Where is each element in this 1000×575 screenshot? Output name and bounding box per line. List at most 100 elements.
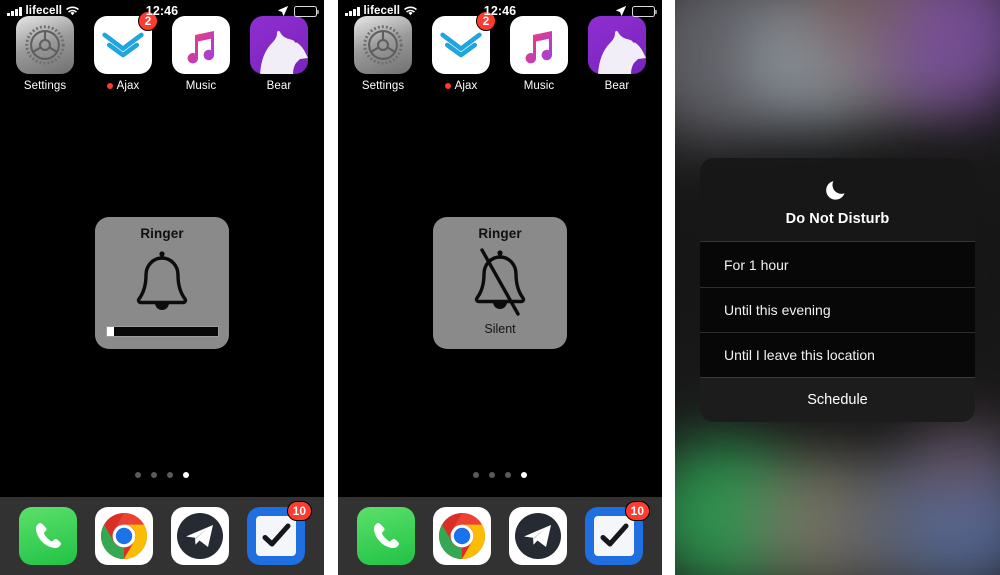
status-bar-left: lifecell <box>7 5 146 17</box>
dock-badge: 10 <box>286 501 312 521</box>
app-icon-bear[interactable]: Bear <box>584 16 650 92</box>
dock-item-telegram[interactable] <box>509 507 567 565</box>
app-label-group: Ajax <box>444 80 478 92</box>
dock: 10 <box>338 497 662 575</box>
clock: 12:46 <box>483 4 517 18</box>
dock-item-things[interactable]: 10 <box>585 501 650 565</box>
app-label: Ajax <box>454 80 478 92</box>
page-dot <box>167 472 173 478</box>
ringer-hud: Ringer <box>95 217 229 349</box>
app-label: Bear <box>266 80 292 92</box>
location-arrow-icon <box>277 5 289 17</box>
status-bar-right <box>516 5 658 17</box>
status-bar: lifecell 12:46 <box>338 0 662 22</box>
dnd-schedule-label: Schedule <box>807 392 868 408</box>
screenshot-stage: lifecell 12:46 Settings 2 Ajax Music Bea… <box>0 0 1000 575</box>
dock-item-things[interactable]: 10 <box>247 501 312 565</box>
bell-slash-icon <box>433 241 567 322</box>
wifi-icon <box>404 6 418 16</box>
telegram-paper-plane-icon <box>171 507 229 565</box>
dnd-option-label: Until this evening <box>724 302 831 318</box>
app-icon-settings[interactable]: Settings <box>12 16 78 92</box>
app-grid: Settings 2 Ajax Music Bear <box>338 11 662 92</box>
panel-divider <box>662 0 675 575</box>
do-not-disturb-header: Do Not Disturb <box>700 158 975 242</box>
page-dot <box>473 472 479 478</box>
carrier-label: lifecell <box>363 5 401 17</box>
app-label: Bear <box>604 80 630 92</box>
settings-gear-icon <box>16 16 74 74</box>
phone-screen-do-not-disturb: Do Not Disturb For 1 hour Until this eve… <box>675 0 1000 575</box>
ringer-hud-silent: Ringer Silent <box>433 217 567 349</box>
music-note-icon <box>510 16 568 74</box>
bear-icon <box>250 16 308 74</box>
app-icon-settings[interactable]: Settings <box>350 16 416 92</box>
music-note-icon <box>172 16 230 74</box>
unread-dot-icon <box>106 83 113 89</box>
ringer-hud-title: Ringer <box>140 226 184 241</box>
ringer-hud-title: Ringer <box>478 226 522 241</box>
signal-bars-icon <box>7 6 22 16</box>
signal-bars-icon <box>345 6 360 16</box>
wifi-icon <box>66 6 80 16</box>
status-bar-left: lifecell <box>345 5 484 17</box>
page-dot <box>135 472 141 478</box>
bear-icon <box>588 16 646 74</box>
phone-screen-ringer-on: lifecell 12:46 Settings 2 Ajax Music Bea… <box>0 0 324 575</box>
unread-dot-icon <box>444 83 451 89</box>
page-dot <box>489 472 495 478</box>
chrome-icon <box>433 507 491 565</box>
do-not-disturb-sheet: Do Not Disturb For 1 hour Until this eve… <box>700 158 975 422</box>
page-dot-active <box>183 472 189 478</box>
settings-gear-icon <box>354 16 412 74</box>
dock-badge: 10 <box>624 501 650 521</box>
status-bar-right <box>178 5 320 17</box>
panel-divider <box>324 0 338 575</box>
ringer-hud-subtitle: Silent <box>484 322 516 336</box>
dnd-option-label: Until I leave this location <box>724 347 875 363</box>
page-dots[interactable] <box>0 472 324 478</box>
battery-icon <box>294 5 320 17</box>
carrier-label: lifecell <box>25 5 63 17</box>
page-dot <box>505 472 511 478</box>
dnd-option-until-i-leave-this-location[interactable]: Until I leave this location <box>700 332 975 377</box>
phone-handset-icon <box>357 507 415 565</box>
app-icon-music[interactable]: Music <box>506 16 572 92</box>
dock-item-chrome[interactable] <box>95 507 153 565</box>
dock-item-telegram[interactable] <box>171 507 229 565</box>
page-dot <box>151 472 157 478</box>
clock: 12:46 <box>145 4 179 18</box>
battery-icon <box>632 5 658 17</box>
app-label: Settings <box>361 80 405 92</box>
phone-screen-ringer-silent: lifecell 12:46 Settings 2 Ajax Music Bea… <box>338 0 662 575</box>
dnd-option-until-this-evening[interactable]: Until this evening <box>700 287 975 332</box>
moon-icon <box>825 181 844 200</box>
page-dot-active <box>521 472 527 478</box>
app-label: Settings <box>23 80 67 92</box>
dnd-schedule-button[interactable]: Schedule <box>700 377 975 422</box>
app-icon-music[interactable]: Music <box>168 16 234 92</box>
app-label-group: Ajax <box>106 80 140 92</box>
dnd-option-label: For 1 hour <box>724 256 789 273</box>
app-icon-bear[interactable]: Bear <box>246 16 312 92</box>
phone-handset-icon <box>19 507 77 565</box>
app-label: Music <box>523 80 555 92</box>
status-bar: lifecell 12:46 <box>0 0 324 22</box>
dock: 10 <box>0 497 324 575</box>
page-dots[interactable] <box>338 472 662 478</box>
chrome-icon <box>95 507 153 565</box>
app-label: Music <box>185 80 217 92</box>
dock-item-phone[interactable] <box>357 507 415 565</box>
bell-icon <box>95 241 229 326</box>
dock-item-chrome[interactable] <box>433 507 491 565</box>
app-label: Ajax <box>116 80 140 92</box>
app-icon-ajax[interactable]: 2 Ajax <box>90 11 158 92</box>
app-icon-ajax[interactable]: 2 Ajax <box>428 11 496 92</box>
dnd-option-for-1-hour[interactable]: For 1 hour <box>700 242 975 287</box>
telegram-paper-plane-icon <box>509 507 567 565</box>
app-grid: Settings 2 Ajax Music Bear <box>0 11 324 92</box>
dock-item-phone[interactable] <box>19 507 77 565</box>
do-not-disturb-title: Do Not Disturb <box>785 211 890 227</box>
location-arrow-icon <box>615 5 627 17</box>
volume-slider[interactable] <box>105 326 219 337</box>
